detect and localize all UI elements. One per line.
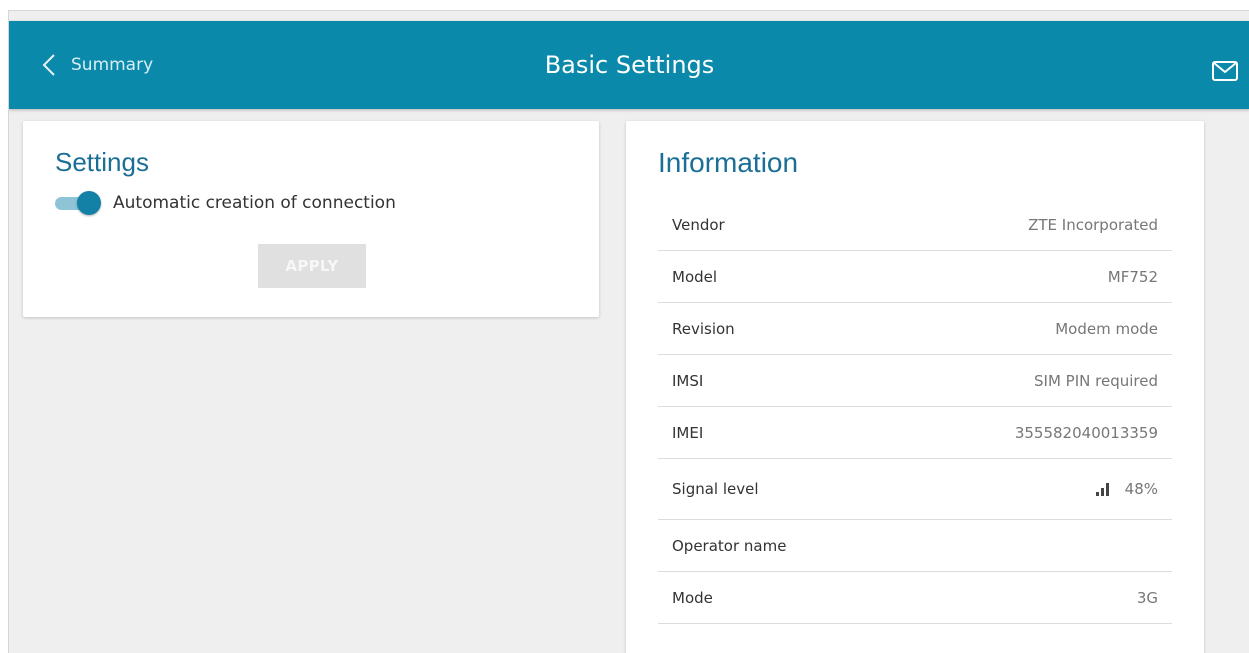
auto-connection-toggle[interactable] xyxy=(55,191,101,215)
info-value: 3G xyxy=(1136,588,1158,607)
mail-icon[interactable] xyxy=(1212,61,1238,81)
info-key: Revision xyxy=(672,319,735,338)
info-row-model: Model MF752 xyxy=(658,251,1172,303)
info-key: Mode xyxy=(672,588,713,607)
info-table: Vendor ZTE Incorporated Model MF752 Revi… xyxy=(658,199,1172,624)
info-row-imei: IMEI 355582040013359 xyxy=(658,407,1172,459)
signal-value-group: 48% xyxy=(1095,480,1158,498)
settings-title: Settings xyxy=(55,147,149,177)
information-card: Information Vendor ZTE Incorporated Mode… xyxy=(626,121,1204,653)
info-key: IMEI xyxy=(672,423,704,442)
header-bar: Summary Basic Settings xyxy=(9,21,1249,109)
info-value: 48% xyxy=(1124,480,1158,498)
info-row-imsi: IMSI SIM PIN required xyxy=(658,355,1172,407)
page-title: Basic Settings xyxy=(544,51,715,79)
info-row-revision: Revision Modem mode xyxy=(658,303,1172,355)
apply-button[interactable]: APPLY xyxy=(258,244,366,288)
info-key: Model xyxy=(672,267,718,286)
information-title: Information xyxy=(658,147,799,178)
info-key: Vendor xyxy=(672,215,725,234)
info-row-signal-level: Signal level 48% xyxy=(658,459,1172,520)
info-value: SIM PIN required xyxy=(1034,371,1158,390)
auto-connection-label: Automatic creation of connection xyxy=(113,193,396,213)
info-value: Modem mode xyxy=(1055,319,1158,338)
settings-card: Settings Automatic creation of connectio… xyxy=(23,121,599,317)
info-value: ZTE Incorporated xyxy=(1028,215,1158,234)
info-row-vendor: Vendor ZTE Incorporated xyxy=(658,199,1172,251)
info-row-mode: Mode 3G xyxy=(658,572,1172,624)
info-key: Operator name xyxy=(672,536,787,555)
info-key: IMSI xyxy=(672,371,704,390)
info-row-operator-name: Operator name xyxy=(658,520,1172,572)
toggle-knob xyxy=(77,191,101,215)
app-frame: Summary Basic Settings Settings Automati… xyxy=(8,10,1249,653)
info-value: MF752 xyxy=(1107,267,1158,286)
auto-connection-row: Automatic creation of connection xyxy=(55,191,396,215)
signal-bars-icon xyxy=(1095,482,1111,496)
info-key: Signal level xyxy=(672,480,759,498)
info-value: 355582040013359 xyxy=(1014,423,1158,442)
